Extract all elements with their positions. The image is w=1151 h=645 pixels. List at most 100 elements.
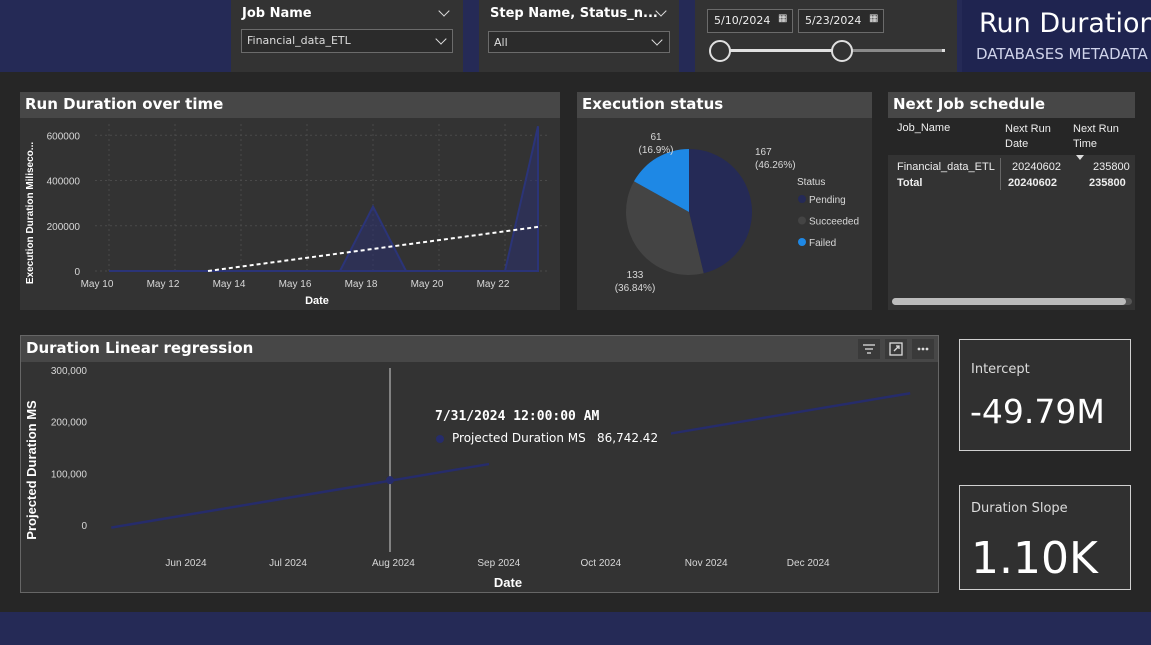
run-duration-x-axis-title: Date <box>305 295 329 307</box>
x-tick-label: May 16 <box>279 279 312 290</box>
x-tick-label: Sep 2024 <box>477 558 520 569</box>
calendar-icon[interactable]: ▦ <box>869 13 878 24</box>
date-slider-end-dot <box>942 49 945 52</box>
start-date-input[interactable]: 5/10/2024 ▦ <box>707 9 793 33</box>
step-name-dropdown[interactable]: All <box>488 31 670 53</box>
start-date-value: 5/10/2024 <box>714 14 771 27</box>
step-name-slicer: Step Name, Status_n... All <box>479 0 679 72</box>
regression-line-segment-2 <box>668 392 911 436</box>
regression-panel[interactable]: Duration Linear regression 0 100,000 200,0… <box>20 335 939 593</box>
x-tick-label: Nov 2024 <box>685 558 728 569</box>
cell-next-run-date: 20240602 <box>1012 161 1061 173</box>
intercept-card[interactable]: Intercept -49.79M <box>959 339 1131 451</box>
y-tick-label: 100,000 <box>51 469 88 480</box>
chevron-down-icon <box>651 34 663 46</box>
tooltip-series-name: Projected Duration MS <box>452 431 586 445</box>
end-date-value: 5/23/2024 <box>805 14 862 27</box>
x-tick-label: Oct 2024 <box>581 558 622 569</box>
regression-line-segment-1 <box>110 462 490 529</box>
execution-status-pie: 167 (46.26%) 133 (36.84%) 61 (16.9%) Status P… <box>615 132 859 294</box>
col-header-next-run-time[interactable]: Next Run Time <box>1073 122 1135 152</box>
tooltip-value: 86,742.42 <box>597 431 659 445</box>
report-title: Run Duration <box>979 8 1151 39</box>
report-subtitle: DATABASES METADATA <box>976 45 1148 63</box>
report-title-block: Run Duration DATABASES METADATA <box>962 0 1151 72</box>
pie-percent-label: (36.84%) <box>615 283 656 294</box>
filter-icon[interactable] <box>858 339 880 359</box>
run-duration-title: Run Duration over time <box>20 92 560 118</box>
duration-slope-value: 1.10K <box>971 533 1098 584</box>
chart-tooltip: 7/31/2024 12:00:00 AM Projected Duration… <box>426 406 671 452</box>
legend-marker <box>798 216 806 225</box>
legend-label-pending[interactable]: Pending <box>809 195 846 206</box>
y-tick-label: 400000 <box>47 177 81 188</box>
regression-hover-point[interactable] <box>386 476 394 485</box>
pie-value-label: 61 <box>650 132 662 143</box>
intercept-value: -49.79M <box>970 392 1105 431</box>
duration-slope-card[interactable]: Duration Slope 1.10K <box>959 485 1131 590</box>
cell-next-run-time: 235800 <box>1093 161 1130 173</box>
x-tick-label: Jun 2024 <box>165 558 207 569</box>
table-row[interactable]: Financial_data_ETL 20240602 235800 <box>888 161 1135 177</box>
y-tick-label: 0 <box>74 267 80 278</box>
more-options-icon[interactable] <box>912 339 934 359</box>
x-tick-label: Aug 2024 <box>372 558 415 569</box>
run-duration-panel[interactable]: Run Duration over time 0 200000 400000 6000… <box>20 92 560 310</box>
next-job-table: Job_Name Next Run Date Next Run Time Fin… <box>888 118 1135 268</box>
run-duration-y-axis-title: Execution Duration Miliseco... <box>25 142 36 284</box>
cell-total-date: 20240602 <box>1008 177 1057 189</box>
run-duration-chart: 0 200000 400000 600000 May 10 May 12 May 14 Ma… <box>25 124 550 307</box>
job-name-dropdown[interactable]: Financial_data_ETL <box>241 29 453 53</box>
y-tick-label: 600000 <box>47 131 81 142</box>
y-tick-label: 300,000 <box>51 366 88 377</box>
chevron-down-icon[interactable] <box>438 5 450 17</box>
date-range-slicer: 5/10/2024 ▦ 5/23/2024 ▦ <box>695 0 957 72</box>
pie-percent-label: (46.26%) <box>755 160 796 171</box>
pie-percent-label: (16.9%) <box>638 145 673 156</box>
calendar-icon[interactable]: ▦ <box>778 13 787 24</box>
end-date-input[interactable]: 5/23/2024 ▦ <box>798 9 884 33</box>
run-duration-area <box>109 126 539 272</box>
x-tick-label: May 12 <box>147 279 180 290</box>
regression-y-axis-title: Projected Duration MS <box>24 400 39 540</box>
focus-mode-icon[interactable] <box>885 339 907 359</box>
x-tick-label: May 10 <box>81 279 114 290</box>
tooltip-date: 7/31/2024 12:00:00 AM <box>435 409 600 424</box>
pie-value-label: 133 <box>627 270 644 281</box>
regression-chart: 0 100,000 200,000 300,000 Jun 2024 Jul 2024 A… <box>24 366 911 590</box>
cell-total-time: 235800 <box>1089 177 1126 189</box>
x-tick-label: Dec 2024 <box>787 558 830 569</box>
execution-status-panel[interactable]: Execution status 167 (46.26%) 133 (36.84%) 6… <box>577 92 872 310</box>
legend-marker <box>798 195 806 203</box>
legend-label-failed[interactable]: Failed <box>809 238 836 249</box>
date-slider-start-handle[interactable] <box>709 40 731 62</box>
y-tick-label: 200,000 <box>51 418 88 429</box>
cell-total-label: Total <box>897 177 923 189</box>
duration-slope-label: Duration Slope <box>971 501 1068 516</box>
job-name-slicer-title: Job Name <box>242 6 312 21</box>
col-header-next-run-date[interactable]: Next Run Date <box>1005 122 1065 152</box>
job-name-slicer: Job Name Financial_data_ETL <box>231 0 463 72</box>
next-job-panel[interactable]: Next Job schedule Job_Name Next Run Date… <box>888 92 1135 310</box>
cell-job-name: Financial_data_ETL <box>897 161 995 173</box>
tooltip-series-dot <box>436 435 444 443</box>
x-tick-label: May 22 <box>477 279 510 290</box>
bottom-banner <box>0 612 1151 645</box>
regression-title: Duration Linear regression <box>21 336 938 362</box>
horizontal-scrollbar[interactable] <box>892 298 1132 305</box>
step-name-slicer-title: Step Name, Status_n... <box>490 6 658 21</box>
legend-label-succeeded[interactable]: Succeeded <box>809 217 859 228</box>
date-slider-end-handle[interactable] <box>831 40 853 62</box>
y-tick-label: 0 <box>81 521 87 532</box>
y-tick-label: 200000 <box>47 222 81 233</box>
x-tick-label: May 20 <box>411 279 444 290</box>
horizontal-scrollbar-thumb[interactable] <box>892 298 1126 305</box>
sort-desc-icon[interactable] <box>1076 155 1084 160</box>
x-tick-label: May 18 <box>345 279 378 290</box>
col-header-job-name[interactable]: Job_Name <box>897 122 950 134</box>
step-name-dropdown-value: All <box>494 36 508 49</box>
pie-value-label: 167 <box>755 147 772 158</box>
x-tick-label: Jul 2024 <box>269 558 307 569</box>
table-total-row: Total 20240602 235800 <box>888 177 1135 193</box>
next-job-title: Next Job schedule <box>888 92 1135 118</box>
